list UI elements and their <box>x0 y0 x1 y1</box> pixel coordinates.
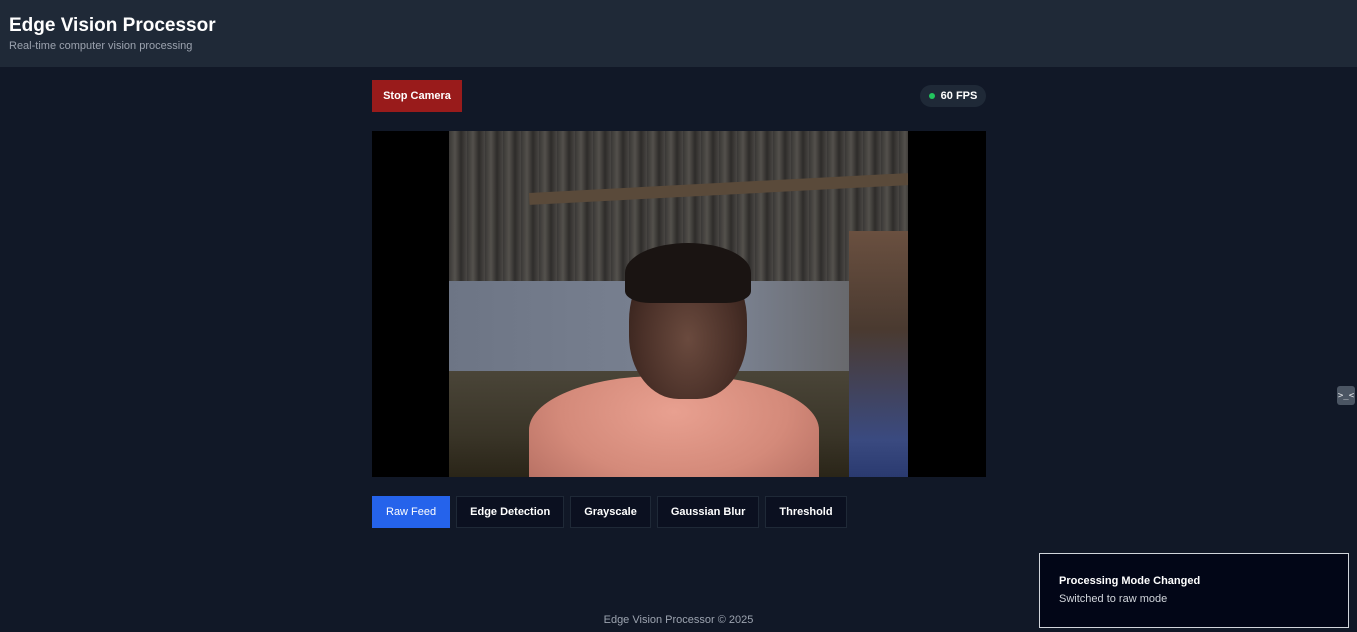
toast-description: Switched to raw mode <box>1059 593 1168 605</box>
toast-title: Processing Mode Changed <box>1059 575 1201 587</box>
mode-button-raw-feed[interactable]: Raw Feed <box>372 496 451 528</box>
mode-button-threshold[interactable]: Threshold <box>765 496 847 528</box>
app-title: Edge Vision Processor <box>9 15 216 36</box>
mode-button-edge-detection[interactable]: Edge Detection <box>456 496 565 528</box>
stop-camera-button[interactable]: Stop Camera <box>372 80 462 112</box>
dev-tools-icon[interactable]: >_< <box>1337 386 1355 405</box>
mode-button-gaussian-blur[interactable]: Gaussian Blur <box>656 496 760 528</box>
fps-label: 60 FPS <box>940 90 978 102</box>
feed-person-hair <box>625 243 751 303</box>
mode-selector: Raw Feed Edge Detection Grayscale Gaussi… <box>372 496 847 528</box>
camera-feed <box>449 131 908 477</box>
app-header: Edge Vision Processor Real-time computer… <box>0 0 1357 67</box>
feed-objects <box>849 231 908 477</box>
mode-button-grayscale[interactable]: Grayscale <box>570 496 651 528</box>
status-dot-icon <box>928 93 935 99</box>
video-frame <box>372 131 986 477</box>
fps-badge: 60 FPS <box>920 85 986 107</box>
toast-notification[interactable]: Processing Mode Changed Switched to raw … <box>1039 553 1349 628</box>
app-subtitle: Real-time computer vision processing <box>9 40 193 52</box>
